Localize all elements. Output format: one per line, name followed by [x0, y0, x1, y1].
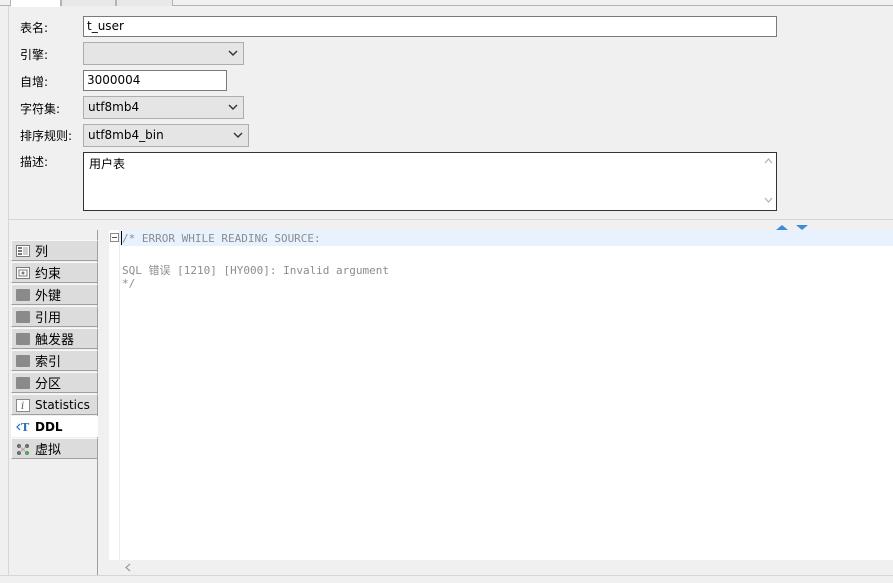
code-line-4: */: [122, 277, 136, 290]
columns-icon: [16, 244, 30, 257]
side-tab-list: 列 约束 外键 引用 触发器 索引 分区 i Statistics T DDL …: [9, 230, 98, 576]
sidebar-item-label: Statistics: [35, 397, 90, 412]
left-edge-panel: [0, 6, 9, 583]
editor-horizontal-scrollbar[interactable]: [119, 560, 893, 575]
chevron-down-icon: [227, 43, 239, 64]
sidebar-item-indexes[interactable]: 索引: [11, 350, 98, 371]
sidebar-item-label: DDL: [35, 419, 63, 434]
folder-icon: [16, 288, 30, 301]
sidebar-item-label: 虚拟: [35, 443, 62, 458]
comment-scrollbar[interactable]: [760, 153, 776, 210]
charset-value: utf8mb4: [88, 100, 140, 114]
sidebar-item-ddl[interactable]: T DDL: [11, 416, 98, 437]
ddl-editor[interactable]: /* ERROR WHILE READING SOURCE: SQL 错误 [1…: [109, 230, 893, 560]
sidebar-item-triggers[interactable]: 触发器: [11, 328, 98, 349]
scroll-up-icon[interactable]: [764, 158, 773, 164]
engine-select[interactable]: [83, 42, 244, 65]
tab-data[interactable]: [61, 0, 116, 6]
collation-value: utf8mb4_bin: [88, 128, 164, 142]
comment-label: 描述:: [20, 155, 49, 169]
sidebar-item-virtual[interactable]: 虚拟: [11, 438, 98, 459]
table-name-field[interactable]: t_user: [83, 16, 777, 37]
sidebar-item-statistics[interactable]: i Statistics: [11, 394, 98, 415]
chevron-down-icon: [227, 97, 239, 118]
sidebar-item-columns[interactable]: 列: [11, 240, 98, 261]
fold-collapse-icon[interactable]: [110, 233, 119, 242]
sidebar-item-partitions[interactable]: 分区: [11, 372, 98, 393]
constraint-icon: [16, 266, 30, 279]
svg-text:i: i: [21, 401, 24, 412]
editor-gutter: [109, 230, 120, 560]
status-bar: [0, 575, 893, 583]
sidebar-item-label: 索引: [35, 355, 62, 370]
code-line-3: SQL 错误 [1210] [HY000]: Invalid argument: [122, 264, 390, 277]
sidebar-item-references[interactable]: 引用: [11, 306, 98, 327]
engine-label: 引擎:: [20, 48, 49, 62]
table-name-label: 表名:: [20, 21, 49, 35]
tab-diagram[interactable]: [116, 0, 173, 6]
auto-increment-field[interactable]: 3000004: [83, 70, 227, 91]
auto-increment-label: 自增:: [20, 75, 49, 89]
folder-icon: [16, 332, 30, 345]
comment-value: 用户表: [89, 157, 126, 171]
scroll-down-icon[interactable]: [764, 197, 773, 203]
folder-icon: [16, 354, 30, 367]
chevron-down-icon: [232, 125, 244, 146]
tab-properties[interactable]: [10, 0, 61, 7]
sidebar-item-label: 约束: [35, 267, 62, 282]
sidebar-item-label: 列: [35, 245, 49, 260]
scroll-left-icon[interactable]: [125, 563, 131, 572]
virtual-icon: [16, 443, 30, 455]
collation-select[interactable]: utf8mb4_bin: [83, 124, 249, 147]
charset-select[interactable]: utf8mb4: [83, 96, 244, 119]
folder-icon: [16, 310, 30, 323]
charset-label: 字符集:: [20, 102, 61, 116]
ddl-icon: T: [16, 421, 30, 434]
comment-textarea[interactable]: 用户表: [83, 152, 777, 211]
collation-label: 排序规则:: [20, 129, 73, 143]
code-line-1: /* ERROR WHILE READING SOURCE:: [122, 232, 321, 245]
editor-tab-strip: [0, 0, 893, 7]
folder-icon: [16, 376, 30, 389]
sidebar-item-label: 分区: [35, 377, 62, 392]
sidebar-item-label: 触发器: [35, 333, 75, 348]
svg-text:T: T: [21, 421, 30, 433]
info-icon: i: [16, 398, 30, 412]
sidebar-item-label: 外键: [35, 289, 62, 304]
sidebar-item-constraints[interactable]: 约束: [11, 262, 98, 283]
sidebar-item-label: 引用: [35, 311, 62, 326]
sidebar-item-foreign-keys[interactable]: 外键: [11, 284, 98, 305]
panel-splitter[interactable]: [9, 219, 893, 230]
